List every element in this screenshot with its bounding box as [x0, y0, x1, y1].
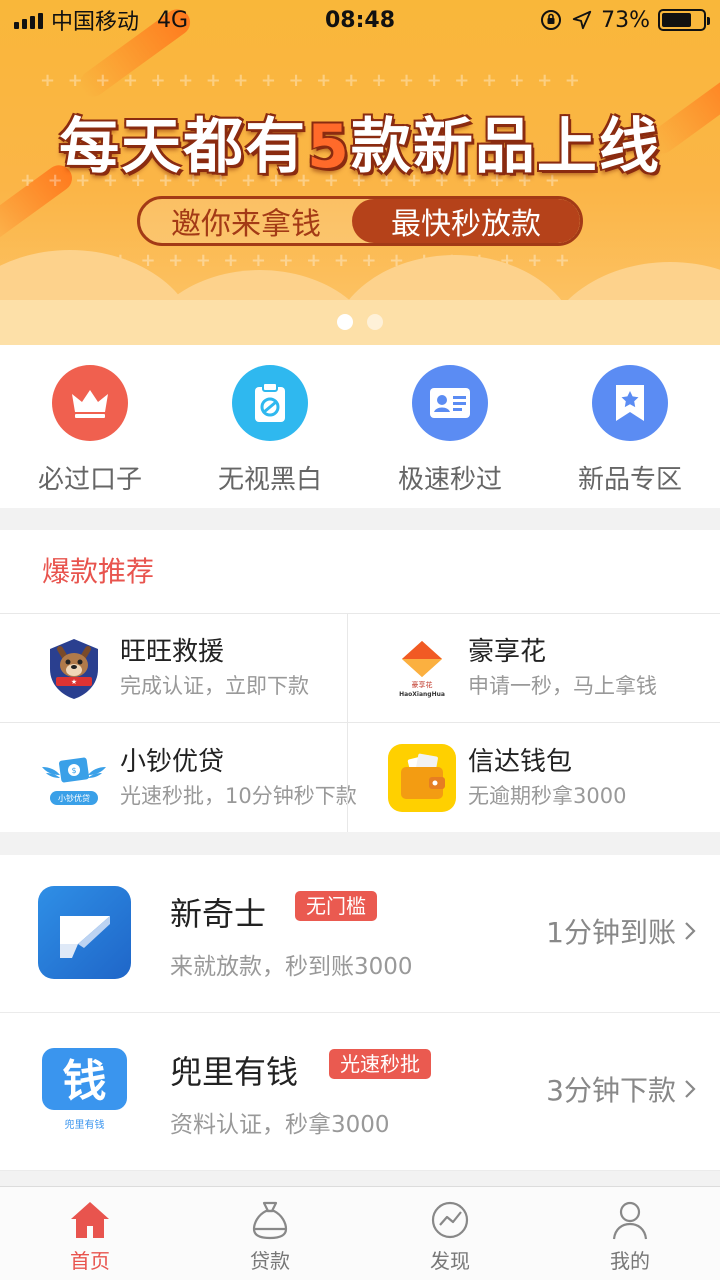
rotation-lock-icon — [541, 10, 562, 30]
quick-link-wu-shi-hei-bai[interactable]: 无视黑白 — [180, 345, 360, 508]
slogan-right: 最快秒放款 — [352, 199, 580, 243]
hot-item-desc: 完成认证，立即下款 — [120, 674, 309, 698]
hot-item-hao-xiang-hua[interactable]: 豪享花 HaoXiangHua 豪享花 申请一秒，马上拿钱 — [347, 614, 720, 723]
carousel-dot[interactable] — [367, 314, 383, 330]
hot-item-desc: 无逾期秒拿3000 — [468, 783, 627, 808]
haoxianghua-logo: 豪享花 HaoXiangHua — [386, 632, 458, 704]
svg-text:豪享花: 豪享花 — [412, 680, 433, 689]
svg-text:兜里有钱: 兜里有钱 — [65, 1118, 105, 1131]
product-name: 兜里有钱 — [170, 1053, 299, 1091]
svg-text:小钞优贷: 小钞优贷 — [58, 793, 90, 803]
battery-percent: 73% — [601, 7, 650, 33]
svg-text:$: $ — [71, 766, 76, 775]
tab-me[interactable]: 我的 — [540, 1187, 720, 1280]
tab-loan[interactable]: 贷款 — [180, 1187, 360, 1280]
bottom-tab-bar: 首页 贷款 发现 我的 — [0, 1186, 720, 1280]
hot-item-xin-da-qian-bao[interactable]: 信达钱包 无逾期秒拿3000 — [347, 723, 720, 832]
slogan-left: 邀你来拿钱 — [171, 207, 321, 242]
chevron-right-icon — [685, 1080, 696, 1098]
xinqishi-app-icon — [38, 886, 131, 979]
app-screen: + + + + + + + + + + + + + + + + + + + + … — [0, 0, 720, 1280]
location-arrow-icon — [572, 10, 592, 30]
discover-icon — [431, 1201, 469, 1239]
carousel-dots — [0, 314, 720, 330]
winged-money-logo: $ 小钞优贷 — [38, 742, 110, 814]
doulitouqian-app-icon: 钱 兜里有钱 — [38, 1044, 131, 1137]
product-speed-link[interactable]: 3分钟下款 — [546, 1069, 696, 1109]
svg-text:★: ★ — [71, 678, 77, 686]
quick-link-bi-guo-kou-zi[interactable]: 必过口子 — [0, 345, 180, 508]
product-row-xin-qi-shi[interactable]: 新奇士 无门槛 来就放款，秒到账3000 1分钟到账 — [0, 855, 720, 1013]
hot-item-name: 豪享花 — [468, 637, 547, 667]
product-name: 新奇士 — [170, 895, 267, 933]
quick-link-ji-su-miao-guo[interactable]: 极速秒过 — [360, 345, 540, 508]
money-bag-icon — [252, 1201, 288, 1240]
svg-text:HaoXiangHua: HaoXiangHua — [399, 691, 445, 698]
home-icon — [71, 1202, 109, 1238]
product-row-dou-li-you-qian[interactable]: 钱 兜里有钱 兜里有钱 光速秒批 资料认证，秒拿3000 3分钟下款 — [0, 1013, 720, 1171]
product-speed-link[interactable]: 1分钟到账 — [546, 911, 696, 951]
carrier-name: 中国移动 — [51, 10, 140, 35]
hot-item-xiao-chao-you-dai[interactable]: $ 小钞优贷 小钞优贷 光速秒批，10分钟秒下款 — [0, 723, 357, 832]
hot-recommendations: 爆款推荐 ★ 旺旺救援 完成认证，立即下款 豪享花 HaoXiangHua 豪享… — [0, 530, 720, 832]
hot-item-desc: 申请一秒，马上拿钱 — [468, 674, 657, 698]
promo-banner[interactable]: + + + + + + + + + + + + + + + + + + + + … — [0, 0, 720, 345]
product-tag: 光速秒批 — [329, 1049, 431, 1079]
hot-item-name: 小钞优贷 — [120, 746, 225, 777]
banner-slogan: 邀你来拿钱 最快秒放款 — [137, 196, 583, 246]
product-desc: 来就放款，秒到账3000 — [170, 954, 413, 980]
battery-icon — [658, 9, 710, 31]
hot-item-name: 旺旺救援 — [120, 637, 225, 667]
tab-home[interactable]: 首页 — [0, 1187, 180, 1280]
crown-icon — [52, 365, 128, 441]
hot-item-desc: 光速秒批，10分钟秒下款 — [120, 783, 357, 808]
hot-item-wang-wang-jiu-yuan[interactable]: ★ 旺旺救援 完成认证，立即下款 — [0, 614, 347, 723]
carousel-dot-active[interactable] — [337, 314, 353, 330]
product-tag: 无门槛 — [295, 891, 377, 921]
product-list: 新奇士 无门槛 来就放款，秒到账3000 1分钟到账 钱 兜里有钱 兜里有钱 光… — [0, 855, 720, 1171]
product-desc: 资料认证，秒拿3000 — [170, 1112, 390, 1138]
banner-headline: 每天都有5款新品上线 — [59, 112, 661, 182]
tab-discover[interactable]: 发现 — [360, 1187, 540, 1280]
dog-badge-logo: ★ — [38, 632, 110, 704]
svg-text:钱: 钱 — [63, 1056, 107, 1107]
quick-links: 必过口子 无视黑白 极速秒过 新品专区 — [0, 345, 720, 508]
status-bar: 中国移动 4G 08:48 73% — [0, 0, 720, 40]
quick-link-xin-pin-zhuan-qu[interactable]: 新品专区 — [540, 345, 720, 508]
section-title: 爆款推荐 — [0, 530, 720, 614]
user-icon — [612, 1201, 648, 1240]
hot-item-name: 信达钱包 — [468, 746, 573, 777]
wallet-logo — [386, 742, 458, 814]
clipboard-icon — [232, 365, 308, 441]
bookmark-star-icon — [592, 365, 668, 441]
signal-strength-icon — [14, 11, 43, 29]
chevron-right-icon — [685, 922, 696, 940]
network-type: 4G — [157, 7, 189, 33]
id-card-icon — [412, 365, 488, 441]
